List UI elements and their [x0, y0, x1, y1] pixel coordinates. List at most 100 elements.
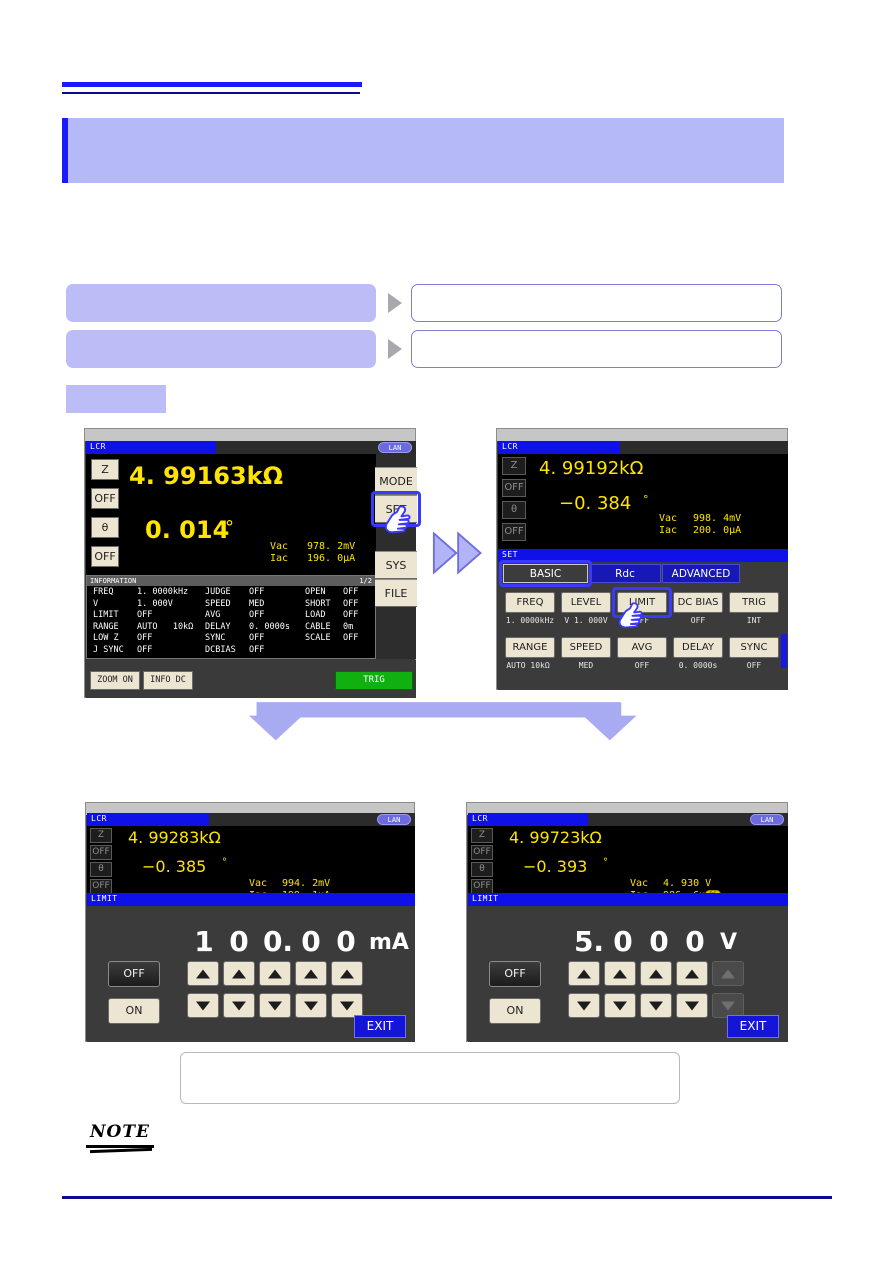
info-row: DELAY 0. 0000s: [205, 622, 305, 634]
tab-advanced[interactable]: ADVANCED: [662, 564, 740, 583]
limit-increment-digit-4[interactable]: [295, 961, 327, 986]
limit-decrement-digit-2[interactable]: [223, 993, 255, 1018]
set-button-freq[interactable]: FREQ: [505, 592, 555, 613]
procedure-row-2: [66, 330, 782, 368]
trig-key[interactable]: TRIG: [335, 671, 413, 690]
limit-increment-digit-3[interactable]: [640, 961, 672, 986]
primary-measurement-value: 4. 99163kΩ: [129, 462, 284, 490]
triangle-up-icon: [721, 969, 735, 978]
info-row: SPEED MED: [205, 599, 305, 611]
fkey-file[interactable]: FILE: [375, 579, 417, 607]
section-accent-bar: [62, 118, 68, 183]
info-row: DCBIAS OFF: [205, 645, 305, 657]
info-key: JUDGE: [205, 587, 231, 597]
set-button-delay[interactable]: DELAY: [673, 637, 723, 658]
instrument-screen-limit-current: LCR LAN Z OFF θ OFF 4. 99283kΩ −0. 385 °…: [85, 802, 415, 1042]
param-button-off-1[interactable]: OFF: [91, 488, 119, 509]
param-button-z[interactable]: Z: [90, 828, 112, 843]
info-row: SHORT OFF: [305, 599, 377, 611]
limit-increment-digit-1[interactable]: [568, 961, 600, 986]
secondary-measurement-unit: °: [225, 517, 234, 538]
limit-decrement-digit-4[interactable]: [676, 993, 708, 1018]
triangle-down-icon: [340, 1001, 354, 1010]
information-column-1: FREQ 1. 0000kHz V 1. 000V LIMIT OFF RANGE AU…: [93, 587, 203, 656]
info-key: LIMIT: [93, 610, 119, 620]
limit-on-button[interactable]: ON: [489, 998, 541, 1024]
note-underline-accent: [90, 1147, 152, 1154]
hand-pointer-icon-limit: [618, 602, 643, 629]
param-button-z[interactable]: Z: [471, 828, 493, 843]
param-button-off-2[interactable]: OFF: [471, 879, 493, 894]
limit-on-button[interactable]: ON: [108, 998, 160, 1024]
param-button-theta[interactable]: θ: [90, 862, 112, 877]
set-button-avg[interactable]: AVG: [617, 637, 667, 658]
procedure-tag: [66, 385, 166, 413]
vac-value: 994. 2mV: [282, 878, 331, 889]
info-value: OFF: [249, 587, 265, 597]
procedure-row-1: [66, 284, 782, 322]
param-button-off-2[interactable]: OFF: [91, 546, 119, 567]
set-button-level[interactable]: LEVEL: [561, 592, 611, 613]
fkey-mode[interactable]: MODE: [375, 467, 417, 495]
limit-decrement-digit-3[interactable]: [640, 993, 672, 1018]
param-button-theta[interactable]: θ: [502, 501, 526, 519]
procedure-step-detail-2: [411, 330, 782, 368]
limit-decrement-digit-2[interactable]: [604, 993, 636, 1018]
exit-button[interactable]: EXIT: [727, 1015, 779, 1038]
limit-decrement-digit-1[interactable]: [187, 993, 219, 1018]
param-button-z[interactable]: Z: [502, 457, 526, 475]
tab-rdc[interactable]: Rdc: [589, 564, 661, 583]
instrument-screen-measure: LCR LAN Z OFF θ OFF 4. 99163kΩ 0. 014 ° …: [84, 428, 421, 698]
triangle-up-icon: [232, 969, 246, 978]
screen-bezel-top: [497, 429, 787, 441]
limit-off-button[interactable]: OFF: [108, 961, 160, 987]
vac-value: 978. 2mV: [307, 541, 356, 552]
limit-increment-digit-2[interactable]: [604, 961, 636, 986]
section-heading-title: [86, 134, 746, 172]
zoom-on-key[interactable]: ZOOM ON: [90, 671, 140, 690]
limit-increment-digit-3[interactable]: [259, 961, 291, 986]
set-button-speed[interactable]: SPEED: [561, 637, 611, 658]
info-row: V 1. 000V: [93, 599, 203, 611]
info-key: DELAY: [205, 621, 231, 632]
info-key: AVG: [205, 610, 221, 620]
limit-decrement-digit-3[interactable]: [259, 993, 291, 1018]
exit-button[interactable]: EXIT: [354, 1015, 406, 1038]
limit-decrement-digit-4[interactable]: [295, 993, 327, 1018]
set-value-dc-bias: OFF: [690, 616, 706, 625]
limit-decrement-digit-1[interactable]: [568, 993, 600, 1018]
information-column-2: JUDGE OFF SPEED MED AVG OFF DELAY 0. 0000s S…: [205, 587, 305, 656]
iac-value: 196. 0µA: [307, 553, 356, 564]
secondary-measurement-unit: °: [222, 857, 227, 868]
limit-increment-digit-4[interactable]: [676, 961, 708, 986]
limit-increment-digit-5-disabled: [712, 961, 744, 986]
tab-basic[interactable]: BASIC: [503, 564, 588, 583]
param-button-theta[interactable]: θ: [471, 862, 493, 877]
limit-off-button[interactable]: OFF: [489, 961, 541, 987]
info-key: J SYNC: [93, 644, 124, 655]
info-dc-key[interactable]: INFO DC: [143, 671, 193, 690]
set-button-sync[interactable]: SYNC: [729, 637, 779, 658]
set-button-range[interactable]: RANGE: [505, 637, 555, 658]
fkey-sys[interactable]: SYS: [375, 551, 417, 579]
vac-label: Vac: [249, 878, 268, 889]
scrollbar-thumb[interactable]: [781, 634, 787, 668]
footer-rule: [62, 1196, 832, 1199]
procedure-step-label-1: [66, 284, 376, 322]
instrument-screen-set-basic: LCR Z OFF θ OFF 4. 99192kΩ −0. 384 ° Vac…: [496, 428, 788, 690]
param-button-theta[interactable]: θ: [91, 517, 119, 538]
limit-increment-digit-2[interactable]: [223, 961, 255, 986]
param-button-off-2[interactable]: OFF: [90, 879, 112, 894]
param-button-off-1[interactable]: OFF: [90, 845, 112, 860]
param-button-off-2[interactable]: OFF: [502, 523, 526, 541]
limit-increment-digit-1[interactable]: [187, 961, 219, 986]
set-button-dc-bias[interactable]: DC BIAS: [673, 592, 723, 613]
info-value: 0. 0000s: [249, 621, 290, 632]
param-button-off-1[interactable]: OFF: [502, 479, 526, 497]
limit-panel-title: LIMIT: [472, 894, 499, 903]
param-button-off-1[interactable]: OFF: [471, 845, 493, 860]
limit-increment-digit-5[interactable]: [331, 961, 363, 986]
triangle-up-icon: [304, 969, 318, 978]
set-button-trig[interactable]: TRIG: [729, 592, 779, 613]
param-button-z[interactable]: Z: [91, 459, 119, 480]
